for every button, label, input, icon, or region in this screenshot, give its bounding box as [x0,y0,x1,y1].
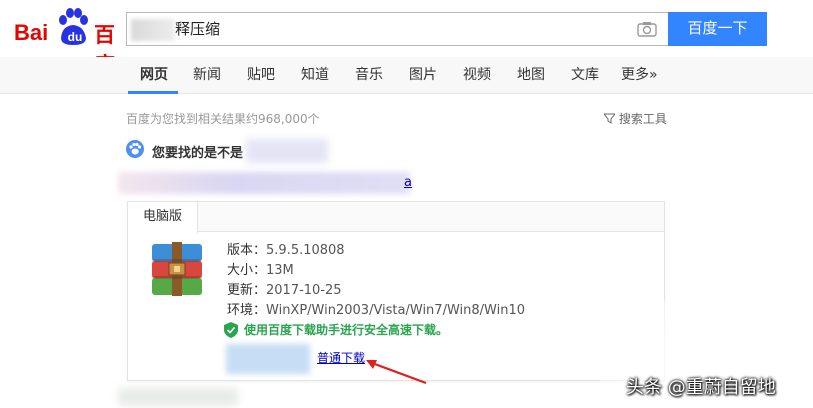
info-size: 大小：13M [227,262,294,280]
info-version-label: 版本： [227,243,267,258]
tab-video[interactable]: 视频 [463,66,491,84]
red-arrow-annotation [366,360,427,385]
shield-check-icon [224,322,238,338]
tab-news[interactable]: 新闻 [193,66,221,84]
filter-icon [602,113,617,124]
tab-web[interactable]: 网页 [140,66,168,84]
redacted-result-title-blur[interactable] [118,172,410,194]
search-button[interactable]: 百度一下 [668,12,767,46]
tab-wenku[interactable]: 文库 [571,66,599,84]
info-updated-label: 更新： [227,283,267,298]
tab-images[interactable]: 图片 [409,66,437,84]
camera-icon[interactable] [637,21,657,37]
info-version: 版本：5.9.5.10808 [227,242,345,260]
tab-pc-version[interactable]: 电脑版 [128,202,198,233]
tab-music[interactable]: 音乐 [355,66,383,84]
tab-map[interactable]: 地图 [517,66,545,84]
redacted-query-blur [131,19,175,41]
watermark-text: 头条 @重蔚自留地 [626,377,776,398]
suggest-label: 您要找的是不是 [152,146,244,161]
tab-more[interactable]: 更多» [621,66,658,84]
normal-download-link[interactable]: 普通下载 [317,349,365,366]
card-tabbar: 电脑版 [128,202,664,233]
baidu-logo[interactable]: Bai du 百度 [14,8,124,77]
tab-zhidao[interactable]: 知道 [301,66,329,84]
search-tools-label: 搜索工具 [618,112,667,126]
result-title-link-end[interactable]: a [404,175,412,190]
winrar-app-icon [152,242,202,296]
search-tools-button[interactable]: 搜索工具 [602,110,667,127]
tab-tieba[interactable]: 贴吧 [247,66,275,84]
search-query-text: 释压缩 [175,20,221,38]
info-environment-label: 环境： [227,303,267,318]
redacted-suggestion-blur[interactable] [246,139,328,163]
info-updated-value: 2017-10-25 [266,283,342,298]
paw-icon [126,140,144,158]
info-environment: 环境：WinXP/Win2003/Vista/Win7/Win8/Win10 [227,302,525,320]
result-count: 百度为您找到相关结果约968,000个 [126,112,320,126]
active-tab-indicator [128,91,178,94]
safe-download-text: 使用百度下载助手进行安全高速下载。 [244,323,449,337]
logo-du-text: du [67,30,83,44]
info-environment-value: WinXP/Win2003/Vista/Win7/Win8/Win10 [266,303,525,318]
download-card: 电脑版 版本：5.9.5.10808 大小：13M 更新：2017-10-25 … [127,201,665,381]
info-size-label: 大小： [227,263,267,278]
search-nav: 网页 新闻 贴吧 知道 音乐 图片 视频 地图 文库 更多» [0,57,813,94]
logo-bai-text: Bai [14,20,49,45]
info-updated: 更新：2017-10-25 [227,282,342,300]
header: Bai du 百度 释压缩 百度一下 [0,0,813,77]
search-input[interactable]: 释压缩 [126,12,668,46]
info-version-value: 5.9.5.10808 [266,243,345,258]
redacted-download-button-blur[interactable] [226,344,310,374]
redacted-bottom-blur [118,388,238,406]
info-size-value: 13M [266,263,294,278]
